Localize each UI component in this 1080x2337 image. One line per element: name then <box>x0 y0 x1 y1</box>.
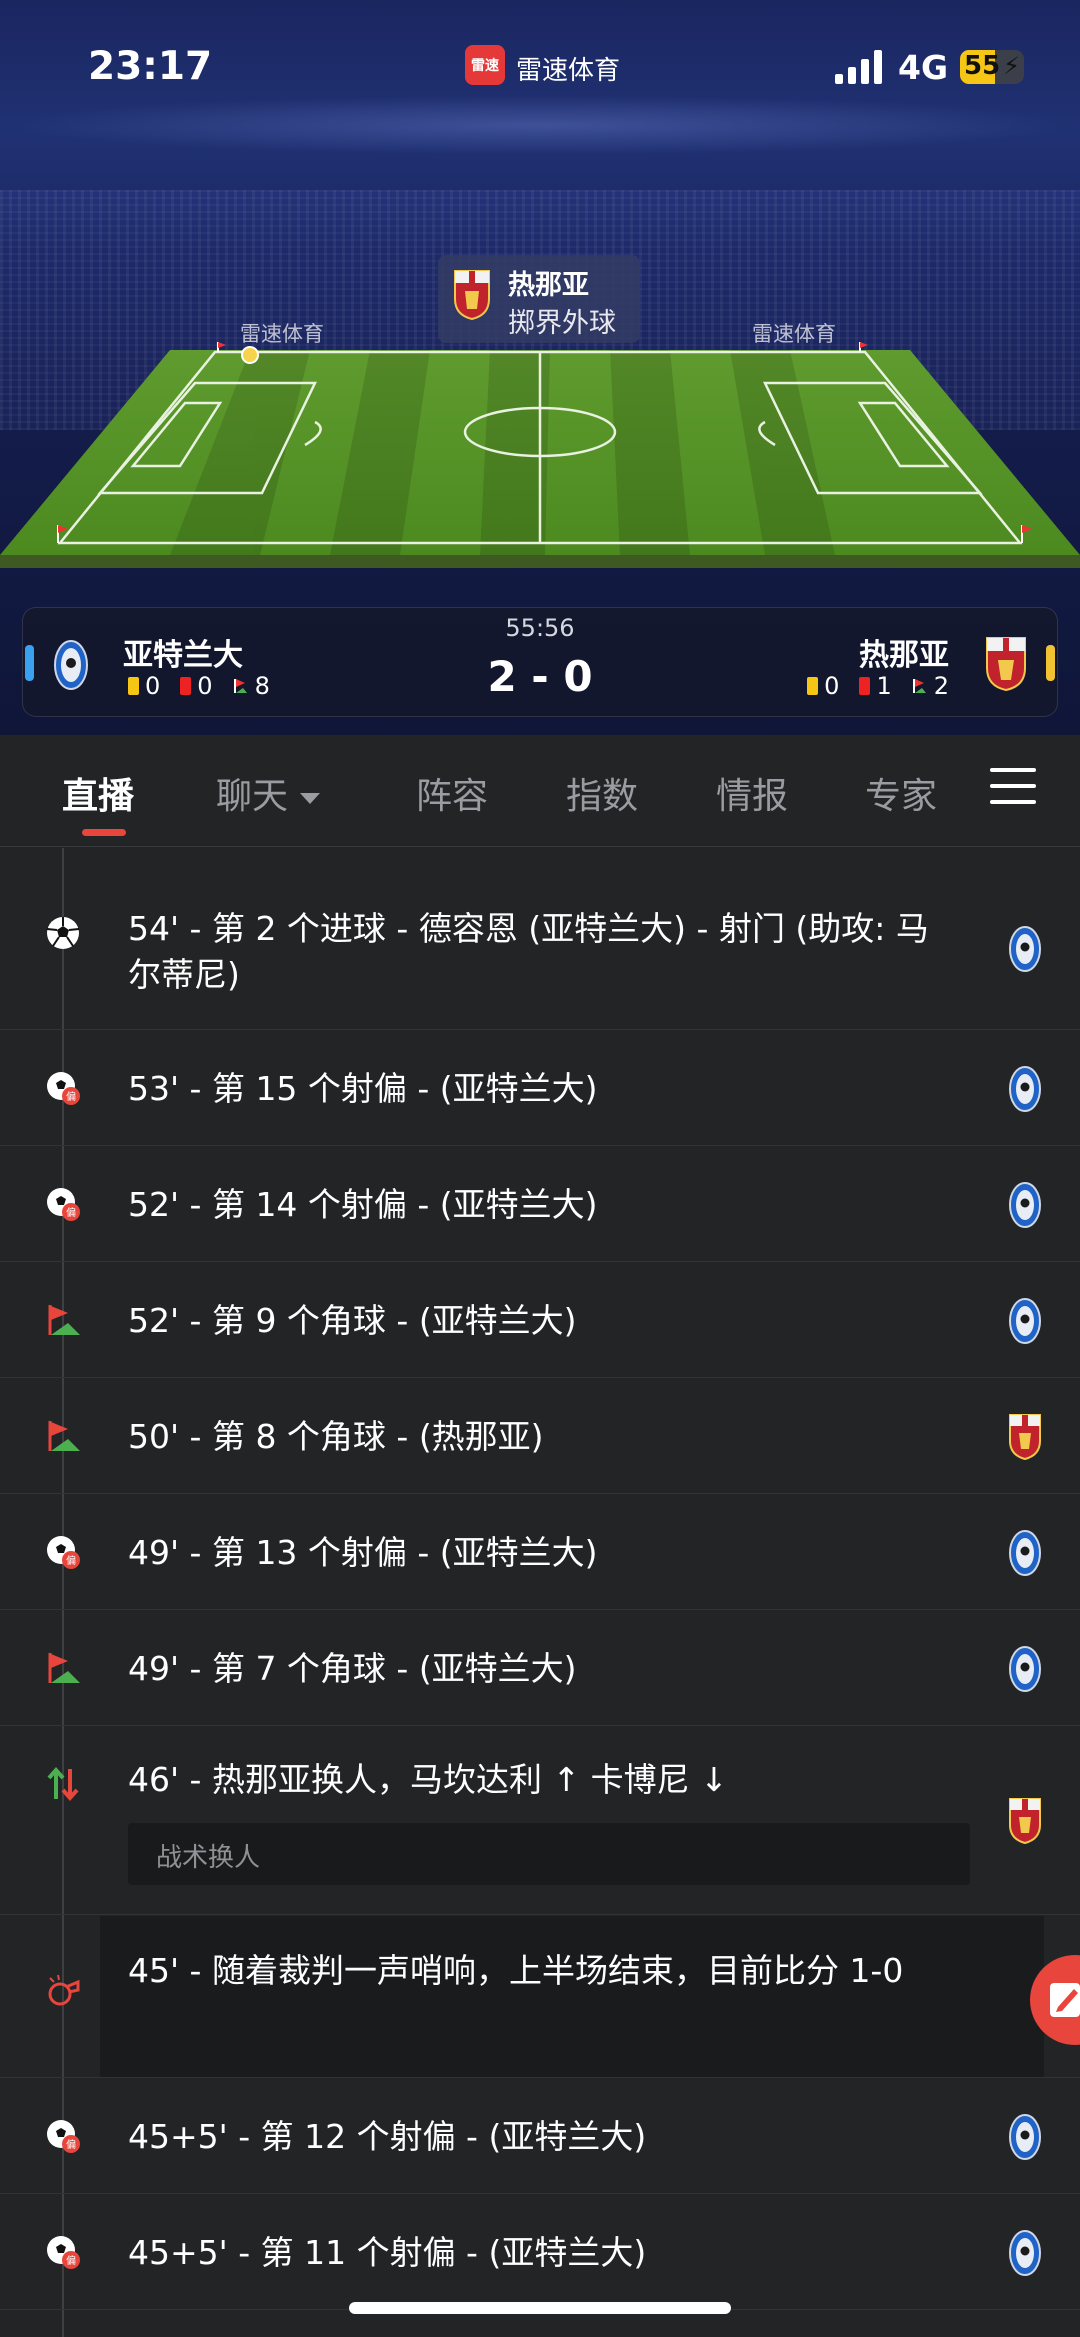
genoa-crest-icon <box>454 270 490 321</box>
live-event-chip: 热那亚 掷界外球 <box>438 255 640 343</box>
genoa-crest-icon <box>986 637 1026 692</box>
battery-icon: 55 ⚡ <box>960 50 1024 84</box>
football-pitch <box>0 342 1080 568</box>
atalanta-crest-icon <box>1009 1066 1041 1112</box>
network-type: 4G <box>898 48 949 87</box>
corner-flag-icon <box>912 679 926 693</box>
timeline-event-substitution[interactable]: 46' - 热那亚换人，马坎达利 ↑ 卡博尼 ↓ 战术换人 <box>0 1727 1080 1915</box>
tab-experts[interactable]: 专家 <box>865 767 937 819</box>
scoreboard: 亚特兰大 0 0 8 55:56 2 - 0 热那亚 0 1 2 <box>22 607 1058 717</box>
atalanta-crest-icon <box>1009 926 1041 972</box>
event-text: 52' - 第 9 个角球 - (亚特兰大) <box>128 1301 577 1340</box>
red-card-icon <box>859 677 871 695</box>
event-text: 45+5' - 第 11 个射偏 - (亚特兰大) <box>128 2233 647 2272</box>
tab-chat[interactable]: 聊天 <box>216 767 321 819</box>
status-bar: 23:17 雷速 雷速体育 4G 55 ⚡ <box>0 0 1080 140</box>
substitution-icon <box>47 1766 79 1802</box>
highlight-background <box>100 1916 1044 2077</box>
event-text: 46' - 热那亚换人，马坎达利 ↑ 卡博尼 ↓ <box>128 1760 728 1799</box>
shot-off-target-icon: 偏 <box>47 2120 80 2153</box>
event-text: 49' - 第 13 个射偏 - (亚特兰大) <box>128 1533 598 1572</box>
atalanta-crest-icon <box>1009 1530 1041 1576</box>
timeline-event-shot-off[interactable]: 偏 45+5' - 第 11 个射偏 - (亚特兰大) <box>0 2195 1080 2310</box>
event-text: 52' - 第 14 个射偏 - (亚特兰大) <box>128 1185 598 1224</box>
event-text: 53' - 第 15 个射偏 - (亚特兰大) <box>128 1069 598 1108</box>
shot-off-target-icon: 偏 <box>47 2236 80 2269</box>
event-text: 45+5' - 第 12 个射偏 - (亚特兰大) <box>128 2117 647 2156</box>
event-text: 45' - 随着裁判一声哨响，上半场结束，目前比分 1-0 <box>128 1951 904 1990</box>
shot-off-target-icon: 偏 <box>47 1072 80 1105</box>
corner-flag-icon <box>48 1305 80 1335</box>
svg-text:偏: 偏 <box>66 1090 76 1103</box>
menu-icon[interactable] <box>990 768 1036 812</box>
tab-chat-label: 聊天 <box>216 776 289 817</box>
event-text: 50' - 第 8 个角球 - (热那亚) <box>128 1417 544 1456</box>
genoa-crest-icon <box>1009 1414 1041 1461</box>
away-red-count: 1 <box>876 672 892 700</box>
edit-icon <box>1050 1983 1080 2017</box>
tab-lineup[interactable]: 阵容 <box>416 767 488 819</box>
timeline-event-shot-off[interactable]: 偏 52' - 第 14 个射偏 - (亚特兰大) <box>0 1147 1080 1262</box>
svg-text:偏: 偏 <box>66 2138 76 2151</box>
timeline-event-half-time[interactable]: 45' - 随着裁判一声哨响，上半场结束，目前比分 1-0 <box>0 1916 1080 2078</box>
tab-live[interactable]: 直播 <box>62 767 134 819</box>
away-accent-bar <box>1046 645 1055 681</box>
atalanta-crest-icon <box>1009 1646 1041 1692</box>
football-icon <box>46 917 80 949</box>
away-team-stats: 0 1 2 <box>807 672 949 700</box>
timeline-event-shot-off[interactable]: 偏 45+5' - 第 12 个射偏 - (亚特兰大) <box>0 2079 1080 2194</box>
match-animation-panel: 23:17 雷速 雷速体育 4G 55 ⚡ 雷速体育 雷速体育 热那亚 掷界外球 <box>0 0 1080 735</box>
shot-off-target-icon: 偏 <box>47 1188 80 1221</box>
event-team-name: 热那亚 <box>508 270 589 301</box>
whistle-icon <box>48 1974 80 2006</box>
charging-bolt-icon: ⚡ <box>1003 52 1020 80</box>
live-timeline: 54' - 第 2 个进球 - 德容恩 (亚特兰大) - 射门 (助攻: 马尔蒂… <box>0 848 1080 2337</box>
chevron-down-icon <box>300 792 321 804</box>
atalanta-crest-icon <box>1009 2230 1041 2276</box>
battery-percent: 55 <box>964 51 1001 81</box>
atalanta-crest-icon <box>1009 1182 1041 1228</box>
tab-bar: 直播 聊天 阵容 指数 情报 专家 <box>0 735 1080 847</box>
svg-text:偏: 偏 <box>66 1554 76 1567</box>
timeline-event-corner[interactable]: 49' - 第 7 个角球 - (亚特兰大) <box>0 1611 1080 1726</box>
active-tab-indicator <box>82 829 126 836</box>
timeline-event-corner[interactable]: 50' - 第 8 个角球 - (热那亚) <box>0 1379 1080 1494</box>
app-logo-icon: 雷速 <box>465 45 505 85</box>
pitch-ad-left: 雷速体育 <box>240 322 324 346</box>
timeline-event-corner[interactable]: 52' - 第 9 个角球 - (亚特兰大) <box>0 1263 1080 1378</box>
event-note: 战术换人 <box>128 1823 970 1885</box>
event-text: 54' - 第 2 个进球 - 德容恩 (亚特兰大) - 射门 (助攻: 马尔蒂… <box>128 909 929 994</box>
pitch-ad-right: 雷速体育 <box>752 322 836 346</box>
timeline-event-shot-off[interactable]: 偏 53' - 第 15 个射偏 - (亚特兰大) <box>0 1031 1080 1146</box>
genoa-crest-icon <box>1009 1798 1041 1845</box>
event-description: 掷界外球 <box>508 308 616 339</box>
corner-flag-icon <box>48 1653 80 1683</box>
atalanta-crest-icon <box>1009 2114 1041 2160</box>
timeline-event-goal[interactable]: 54' - 第 2 个进球 - 德容恩 (亚特兰大) - 射门 (助攻: 马尔蒂… <box>0 848 1080 1030</box>
corner-flag-icon <box>48 1421 80 1451</box>
svg-text:偏: 偏 <box>66 1206 76 1219</box>
away-corner-count: 2 <box>933 672 949 700</box>
svg-text:偏: 偏 <box>66 2254 76 2267</box>
app-name: 雷速体育 <box>516 56 621 86</box>
home-indicator[interactable] <box>349 2302 731 2314</box>
away-yellow-count: 0 <box>824 672 840 700</box>
away-team-name: 热那亚 <box>859 638 949 673</box>
tab-odds[interactable]: 指数 <box>566 767 638 819</box>
signal-icon <box>835 50 882 84</box>
yellow-card-icon <box>807 677 819 695</box>
status-time: 23:17 <box>88 44 213 89</box>
event-text: 49' - 第 7 个角球 - (亚特兰大) <box>128 1649 577 1688</box>
tab-intel[interactable]: 情报 <box>716 767 788 819</box>
shot-off-target-icon: 偏 <box>47 1536 80 1569</box>
timeline-event-shot-off[interactable]: 偏 49' - 第 13 个射偏 - (亚特兰大) <box>0 1495 1080 1610</box>
atalanta-crest-icon <box>1009 1298 1041 1344</box>
